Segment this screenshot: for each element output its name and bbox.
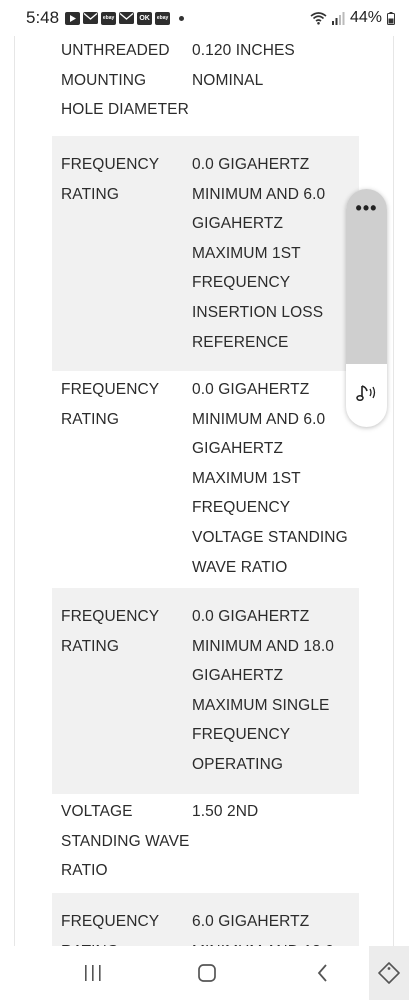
signal-icon <box>331 11 345 25</box>
spec-label: FREQUENCY RATING <box>61 608 159 655</box>
spec-row: VOLTAGE STANDING WAVE RATIO 1.50 2ND <box>52 785 359 900</box>
home-icon <box>198 964 216 982</box>
spec-value: 0.0 GIGAHERTZ MINIMUM AND 6.0 GIGAHERTZ … <box>192 381 348 576</box>
mail-icon <box>119 12 135 25</box>
spec-row: FREQUENCY RATING 0.0 GIGAHERTZ MINIMUM AN… <box>52 136 359 372</box>
floating-side-panel[interactable]: ••• <box>346 189 387 427</box>
back-button[interactable] <box>308 960 338 986</box>
back-icon <box>317 964 327 982</box>
recents-icon <box>85 965 101 981</box>
read-aloud-button[interactable] <box>346 364 387 427</box>
tag-icon <box>378 962 400 984</box>
read-aloud-icon <box>355 383 378 408</box>
battery-icon <box>387 11 395 25</box>
status-right: 44% <box>310 9 395 27</box>
spec-value: 0.0 GIGAHERTZ MINIMUM AND 6.0 GIGAHERTZ … <box>192 156 326 351</box>
more-horizontal-icon[interactable]: ••• <box>356 199 378 364</box>
ebay-icon: ebay <box>101 11 117 25</box>
extra-nav-button[interactable] <box>369 946 409 1000</box>
navigation-bar <box>0 946 409 1000</box>
spec-row: FREQUENCY RATING 0.0 GIGAHERTZ MINIMUM AN… <box>52 588 359 794</box>
spec-value: 1.50 2ND <box>192 803 259 820</box>
status-time: 5:48 <box>26 8 60 27</box>
spec-value: 0.0 GIGAHERTZ MINIMUM AND 18.0 GIGAHERTZ… <box>192 608 334 773</box>
ebay-icon: ebay <box>155 11 171 25</box>
spec-label: VOLTAGE STANDING WAVE RATIO <box>61 803 190 880</box>
spec-value: 6.0 GIGAHERTZ MINIMUM AND 18.0 <box>192 913 334 946</box>
status-bar: 5:48 ebay OK ebay 44% <box>0 0 409 36</box>
mail-icon <box>83 12 99 25</box>
spec-label: UNTHREADED MOUNTING HOLE DIAMETER <box>61 42 189 119</box>
youtube-icon <box>65 11 81 25</box>
spec-value: 0.120 INCHES NOMINAL <box>192 42 295 89</box>
spec-row: UNTHREADED MOUNTING HOLE DIAMETER 0.120 I… <box>52 36 359 139</box>
page-content: UNTHREADED MOUNTING HOLE DIAMETER 0.120 I… <box>14 36 394 946</box>
wifi-icon <box>310 11 327 25</box>
home-button[interactable] <box>192 960 222 986</box>
notification-icons: ebay OK ebay <box>65 11 185 25</box>
recents-button[interactable] <box>78 960 108 986</box>
spec-label: FREQUENCY RATING <box>61 913 159 946</box>
more-notifications-dot <box>179 15 185 21</box>
spec-label: FREQUENCY RATING <box>61 381 159 428</box>
spec-label: FREQUENCY RATING <box>61 156 159 203</box>
ok-icon: OK <box>137 11 153 25</box>
battery-percent: 44% <box>349 9 382 26</box>
spec-row: FREQUENCY RATING 0.0 GIGAHERTZ MINIMUM AN… <box>52 363 359 596</box>
floating-panel-track[interactable]: ••• <box>346 189 387 364</box>
spec-row: FREQUENCY RATING 6.0 GIGAHERTZ MINIMUM AN… <box>52 893 359 946</box>
